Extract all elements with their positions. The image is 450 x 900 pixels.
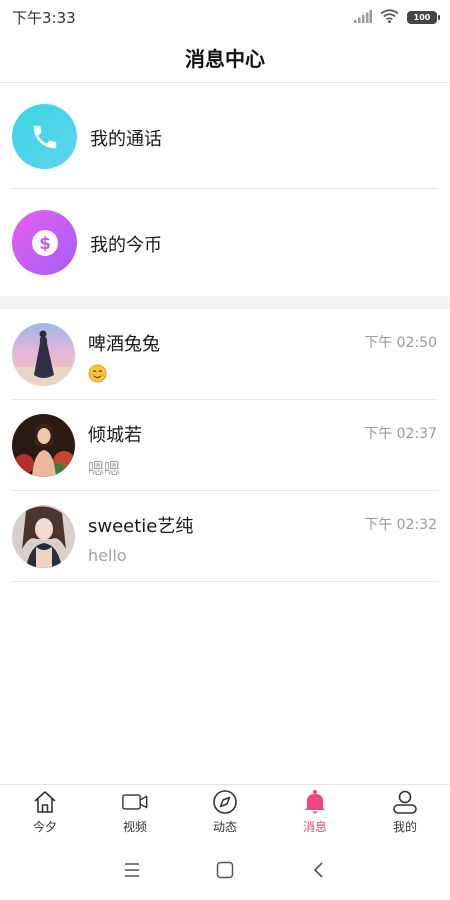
menu-item-calls[interactable]: 我的通话 bbox=[0, 83, 450, 189]
contact-name: sweetie艺纯 bbox=[88, 516, 194, 537]
conversation-item[interactable]: 倾城若 下午 02:37 嗯嗯 bbox=[0, 400, 450, 491]
video-camera-icon bbox=[122, 789, 148, 815]
menu-item-coins[interactable]: $ 我的今币 bbox=[0, 189, 450, 295]
tab-label: 动态 bbox=[212, 820, 237, 834]
conversation-item[interactable]: sweetie艺纯 下午 02:32 hello bbox=[0, 491, 450, 582]
tab-label: 我的 bbox=[392, 820, 417, 834]
tab-jinxi[interactable]: 今夕 bbox=[0, 785, 90, 841]
battery-level: 100 bbox=[413, 12, 431, 22]
divider bbox=[12, 581, 438, 582]
message-time: 下午 02:50 bbox=[364, 335, 437, 351]
wifi-icon bbox=[380, 8, 399, 27]
menu-icon[interactable] bbox=[121, 859, 143, 881]
conversation-item[interactable]: 啤酒兔兔 下午 02:50 bbox=[0, 309, 450, 400]
tab-profile[interactable]: 我的 bbox=[360, 785, 450, 841]
avatar[interactable] bbox=[12, 414, 75, 477]
tab-label: 视频 bbox=[122, 820, 147, 834]
message-time: 下午 02:37 bbox=[364, 426, 437, 442]
message-preview bbox=[88, 364, 107, 387]
header: 消息中心 bbox=[0, 32, 450, 83]
message-time: 下午 02:32 bbox=[364, 517, 437, 533]
avatar[interactable] bbox=[12, 323, 75, 386]
back-icon[interactable] bbox=[308, 859, 330, 881]
smiley-emoji-icon bbox=[88, 364, 107, 383]
tab-label: 消息 bbox=[302, 820, 327, 834]
svg-text:$: $ bbox=[39, 234, 51, 254]
signal-icon bbox=[354, 8, 372, 27]
compass-icon bbox=[212, 789, 238, 815]
menu-label-coins: 我的今币 bbox=[90, 235, 162, 256]
home-square-icon[interactable] bbox=[214, 859, 236, 881]
bottom-tab-bar: 今夕 视频 动态 消息 我的 bbox=[0, 784, 450, 841]
dollar-coin-icon: $ bbox=[12, 210, 77, 275]
tab-video[interactable]: 视频 bbox=[90, 785, 180, 841]
contact-name: 啤酒兔兔 bbox=[88, 334, 160, 355]
person-icon bbox=[392, 789, 418, 815]
home-icon bbox=[32, 789, 58, 815]
phone-icon bbox=[12, 104, 77, 169]
message-preview: 嗯嗯 bbox=[88, 459, 121, 478]
message-preview: hello bbox=[88, 546, 127, 565]
tab-label: 今夕 bbox=[32, 820, 57, 834]
status-time: 下午3:33 bbox=[12, 9, 76, 27]
status-icons: 100 bbox=[354, 8, 440, 27]
tab-messages[interactable]: 消息 bbox=[270, 785, 360, 841]
bell-icon bbox=[302, 789, 328, 815]
tab-moments[interactable]: 动态 bbox=[180, 785, 270, 841]
avatar[interactable] bbox=[12, 505, 75, 568]
menu-label-calls: 我的通话 bbox=[90, 129, 162, 150]
battery-icon: 100 bbox=[407, 11, 440, 24]
page-title: 消息中心 bbox=[185, 46, 265, 71]
status-bar: 下午3:33 100 bbox=[0, 0, 450, 32]
section-separator bbox=[0, 296, 450, 309]
system-navigation-bar bbox=[0, 841, 450, 900]
contact-name: 倾城若 bbox=[88, 425, 142, 446]
